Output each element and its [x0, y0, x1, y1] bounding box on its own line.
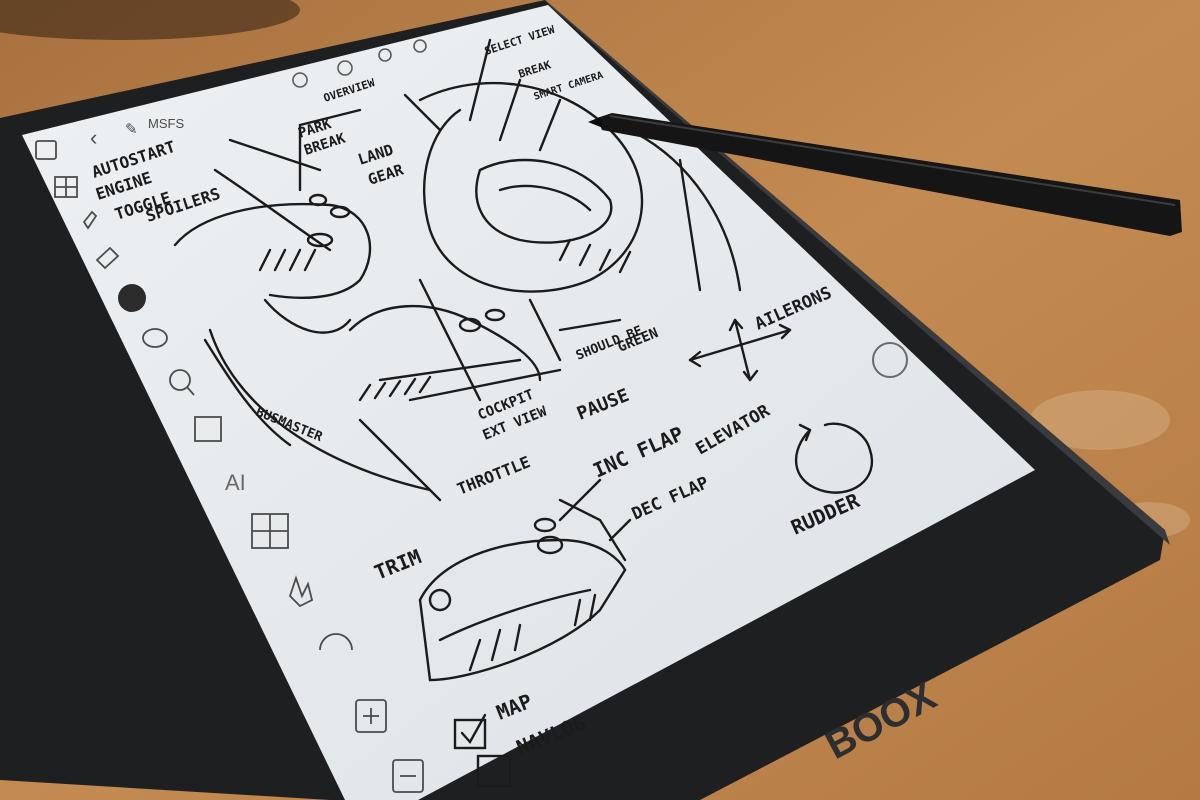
color-dot-icon[interactable]: [118, 284, 146, 312]
edit-title-icon[interactable]: ✎: [125, 121, 138, 138]
ai-icon[interactable]: AI: [225, 470, 246, 495]
back-icon[interactable]: ‹: [90, 125, 97, 150]
photo-scene: BOOX ‹ ✎ MSFS AI AUTOSTART ENGINE TOGGLE…: [0, 0, 1200, 800]
notebook-title[interactable]: MSFS: [148, 116, 184, 131]
